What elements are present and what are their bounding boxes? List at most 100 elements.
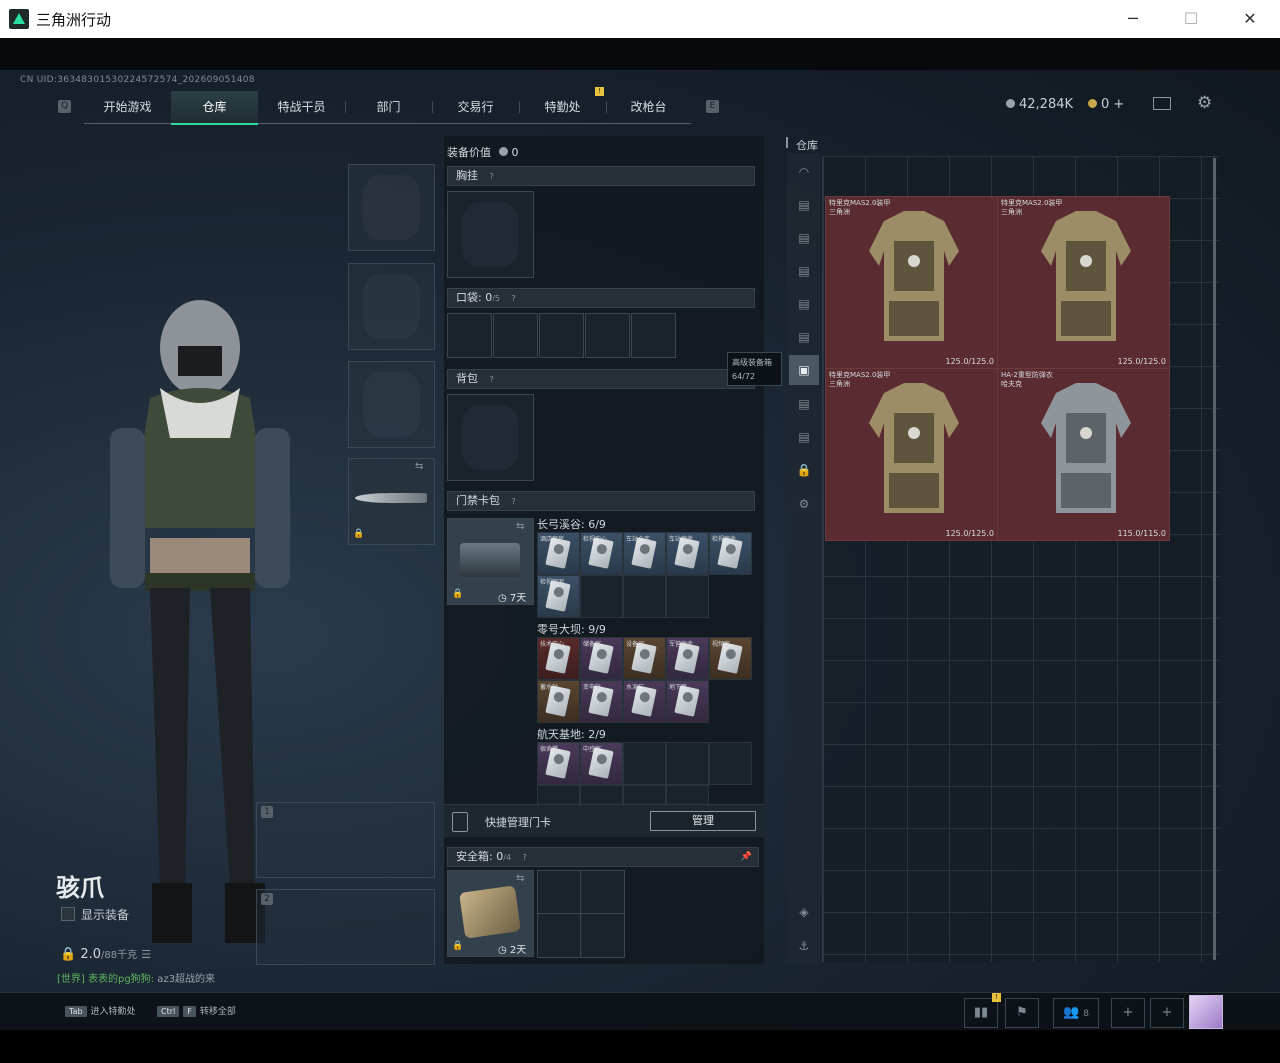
nav-next-key[interactable]: E: [706, 100, 719, 113]
stash-category-icon[interactable]: ▤: [794, 195, 814, 215]
weight-list-icon[interactable]: ☰: [141, 948, 151, 961]
keycard-item[interactable]: 储备室: [580, 637, 623, 680]
stash-armor-item[interactable]: 特里克MAS2.0装甲 三角洲 125.0/125.0: [825, 368, 998, 541]
keycard-item[interactable]: 检视宿舍: [709, 532, 752, 575]
stash-armor-item[interactable]: 特里克MAS2.0装甲 三角洲 125.0/125.0: [825, 196, 998, 369]
tab-operators[interactable]: 特战干员: [258, 91, 345, 123]
keycard-empty-cell[interactable]: [623, 575, 666, 618]
keycard-item[interactable]: 地下室: [666, 680, 709, 723]
keycard-empty-cell[interactable]: [666, 742, 709, 785]
settings-gear-icon[interactable]: ⚙: [1197, 93, 1212, 113]
safebox-header: 安全箱: 0/4 ? 📌: [447, 847, 759, 867]
tab-department[interactable]: 部门: [345, 91, 432, 123]
swap-icon[interactable]: ⇆: [516, 521, 524, 532]
nav-prev-key[interactable]: Q: [58, 100, 71, 113]
help-icon[interactable]: ?: [515, 849, 527, 867]
stash-category-icon[interactable]: ▤: [794, 394, 814, 414]
chest-rig-slot[interactable]: [447, 191, 534, 278]
stash-category-icon[interactable]: ▤: [794, 294, 814, 314]
stash-category-icon[interactable]: ▤: [794, 327, 814, 347]
flag-icon[interactable]: ⚑: [1005, 998, 1039, 1028]
show-equipment-toggle[interactable]: 显示装备: [61, 906, 129, 923]
stash-settings-icon[interactable]: ⚙: [794, 494, 814, 514]
keycard-item[interactable]: 酒店套房: [537, 532, 580, 575]
stash-armor-item[interactable]: 特里克MAS2.0装甲 三角洲 125.0/125.0: [997, 196, 1170, 369]
swap-icon[interactable]: ⇆: [415, 461, 423, 472]
keycard-item[interactable]: 军营宿舍: [666, 637, 709, 680]
keycard-item[interactable]: 蓄水站: [537, 680, 580, 723]
stash-category-icon[interactable]: ▤: [794, 427, 814, 447]
primary-weapon-slot[interactable]: 1: [256, 802, 435, 878]
keycard-empty-cell[interactable]: [580, 575, 623, 618]
keycard-item[interactable]: 设备间: [623, 637, 666, 680]
tab-gunsmith[interactable]: 改枪台: [606, 91, 691, 123]
keycard-item[interactable]: 技术中心: [537, 637, 580, 680]
keycard-item[interactable]: 车站宿舍: [666, 532, 709, 575]
stash-armor-item[interactable]: HA-2重型防弹衣 哈夫克 115.0/115.0: [997, 368, 1170, 541]
safebox-cell[interactable]: [580, 870, 625, 915]
show-equipment-checkbox[interactable]: [61, 907, 75, 921]
swap-icon[interactable]: ⇆: [516, 873, 524, 884]
tab-start-game[interactable]: 开始游戏: [84, 91, 171, 123]
stash-layers-icon[interactable]: ◈: [794, 902, 814, 922]
stash-category-icon[interactable]: ▤: [794, 261, 814, 281]
friends-button[interactable]: 👥 8: [1053, 998, 1099, 1028]
backpack-slot[interactable]: [447, 394, 534, 481]
keycard-item[interactable]: 车站仓库: [623, 532, 666, 575]
stash-category-icon[interactable]: ▤: [794, 228, 814, 248]
chat-message[interactable]: [世界] 表表的pg狗狗: az3超战的来: [57, 970, 215, 985]
pistol-slot[interactable]: [348, 361, 435, 448]
add-teammate-button[interactable]: +: [1150, 998, 1184, 1028]
help-icon[interactable]: ?: [504, 493, 516, 511]
pin-icon[interactable]: 📌: [733, 848, 752, 866]
pocket-slot[interactable]: [539, 313, 584, 358]
stash-category-helmet-icon[interactable]: ◠: [794, 162, 814, 182]
secondary-weapon-slot[interactable]: 2: [256, 889, 435, 965]
help-icon[interactable]: ?: [504, 290, 516, 308]
hint-transfer-all[interactable]: Ctrl F 转移全部: [157, 1004, 236, 1017]
keycard-item[interactable]: 宿舍楼: [537, 742, 580, 785]
keycard-empty-cell[interactable]: [709, 742, 752, 785]
pocket-slot[interactable]: [585, 313, 630, 358]
armor-slot[interactable]: [348, 263, 435, 350]
add-currency-button[interactable]: +: [1113, 97, 1124, 112]
safebox-cell[interactable]: [537, 870, 582, 915]
melee-slot[interactable]: ⇆ 🔒: [348, 458, 435, 545]
mail-icon[interactable]: [1153, 97, 1171, 110]
keycard-item[interactable]: 视频室: [709, 637, 752, 680]
tab-special-ops[interactable]: 特勤处: [519, 91, 606, 123]
stash-lock-icon[interactable]: 🔒: [794, 460, 814, 480]
minimize-button[interactable]: ─: [1110, 6, 1156, 32]
maximize-button[interactable]: ☐: [1168, 6, 1214, 32]
stash-sort-icon[interactable]: ⚓: [794, 936, 814, 956]
premium-balance[interactable]: 0 +: [1088, 97, 1124, 112]
tab-trading[interactable]: 交易行: [432, 91, 519, 123]
stats-icon[interactable]: ▮▮: [964, 998, 998, 1028]
safebox-slot[interactable]: ⇆ 🔒 ◷ 2天: [447, 870, 534, 957]
keycard-item[interactable]: 水泥厂: [623, 680, 666, 723]
help-icon[interactable]: ?: [482, 371, 494, 389]
helmet-slot[interactable]: [348, 164, 435, 251]
close-button[interactable]: ✕: [1227, 6, 1273, 32]
pocket-slot[interactable]: [631, 313, 676, 358]
keycard-item[interactable]: 变电站: [580, 680, 623, 723]
keycard-item[interactable]: 中控室: [580, 742, 623, 785]
keycard-item[interactable]: 检视中心: [580, 532, 623, 575]
hint-special-ops[interactable]: Tab 进入特勤处: [65, 1004, 136, 1017]
keycard-case-slot[interactable]: ⇆ 🔒 ◷ 7天: [447, 518, 534, 605]
keycard-empty-cell[interactable]: [623, 742, 666, 785]
player-avatar[interactable]: [1189, 995, 1223, 1029]
keycard-empty-cell[interactable]: [666, 575, 709, 618]
stash-category-active-icon[interactable]: ▣: [789, 355, 819, 385]
manage-keycards-button[interactable]: 管理: [650, 811, 756, 831]
help-icon[interactable]: ?: [482, 168, 494, 186]
tab-warehouse[interactable]: 仓库: [171, 91, 258, 125]
coin-balance[interactable]: 42,284K: [1006, 97, 1073, 112]
stash-scrollbar[interactable]: [1213, 158, 1216, 960]
keycard-item[interactable]: 检视观测: [537, 575, 580, 618]
add-teammate-button[interactable]: +: [1111, 998, 1145, 1028]
safebox-cell[interactable]: [580, 913, 625, 958]
pocket-slot[interactable]: [493, 313, 538, 358]
safebox-cell[interactable]: [537, 913, 582, 958]
pocket-slot[interactable]: [447, 313, 492, 358]
